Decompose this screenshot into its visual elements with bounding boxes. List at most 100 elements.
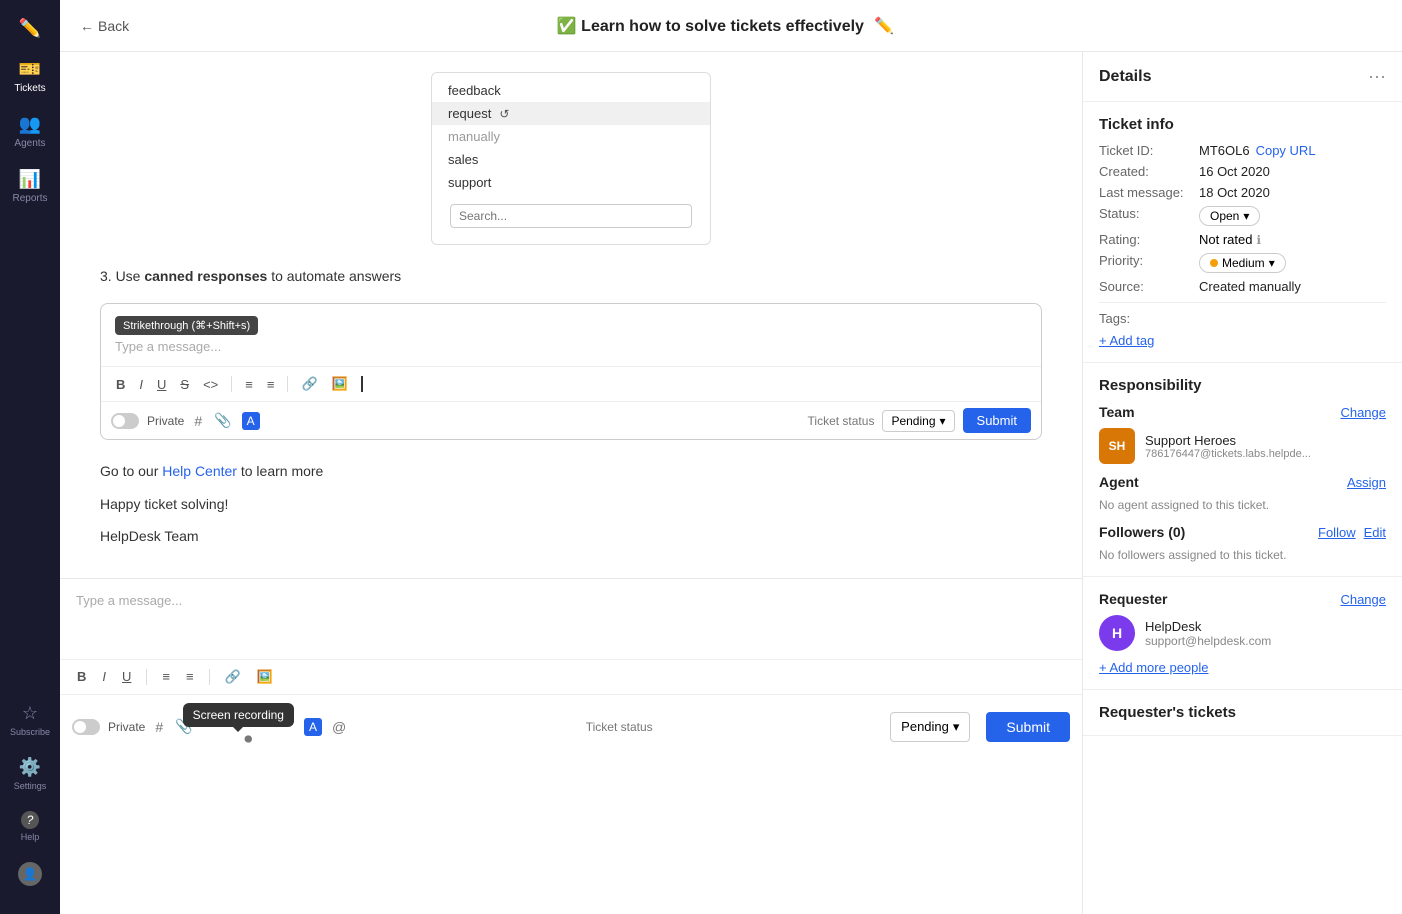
- back-button[interactable]: ← Back: [80, 18, 129, 34]
- bottom-toolbar-sep2: [209, 669, 210, 685]
- sidebar-item-agents[interactable]: 👥 Agents: [4, 106, 56, 157]
- ticket-info-title: Ticket info: [1099, 116, 1386, 133]
- panel-more-button[interactable]: ···: [1368, 66, 1386, 87]
- created-value: 16 Oct 2020: [1199, 164, 1270, 179]
- bottom-status-dropdown[interactable]: Pending ▾: [890, 712, 970, 742]
- bottom-underline-button[interactable]: U: [117, 666, 136, 687]
- italic-button[interactable]: I: [134, 374, 148, 395]
- tickets-icon: 🎫: [19, 59, 41, 80]
- assign-link[interactable]: Assign: [1347, 475, 1386, 490]
- bottom-toggle-knob: [74, 721, 86, 733]
- back-arrow-icon: ←: [80, 18, 94, 34]
- strikethrough-button[interactable]: S: [175, 374, 194, 395]
- requester-name: HelpDesk: [1145, 619, 1386, 634]
- requester-title: Requester: [1099, 591, 1167, 607]
- dropdown-search-input[interactable]: [450, 204, 692, 228]
- link-button[interactable]: 🔗: [296, 373, 322, 395]
- help-center-link[interactable]: Help Center: [162, 463, 237, 479]
- bottom-private-toggle[interactable]: [72, 719, 100, 735]
- status-chevron-icon: ▾: [1243, 209, 1249, 223]
- private-toggle[interactable]: [111, 413, 139, 429]
- embedded-composer: Strikethrough (⌘+Shift+s) Type a message…: [100, 303, 1042, 440]
- sidebar-item-subscribe[interactable]: ☆ Subscribe: [4, 695, 56, 745]
- dropdown-item-request[interactable]: request ↺: [432, 102, 710, 125]
- add-more-people-link[interactable]: + Add more people: [1099, 660, 1209, 675]
- bottom-mention-icon[interactable]: @: [330, 717, 348, 737]
- bottom-link-button[interactable]: 🔗: [220, 666, 246, 688]
- team-email: 786176447@tickets.labs.helpde...: [1145, 448, 1386, 460]
- dropdown-item-sales[interactable]: sales: [432, 148, 710, 171]
- no-followers-text: No followers assigned to this ticket.: [1099, 548, 1386, 562]
- submit-button-sm[interactable]: Submit: [963, 408, 1031, 433]
- toolbar-separator2: [287, 376, 288, 392]
- responsibility-section: Responsibility Team Change SH Support He…: [1083, 363, 1402, 577]
- hashtag-icon[interactable]: #: [192, 411, 204, 431]
- underline-button[interactable]: U: [152, 374, 171, 395]
- sidebar-item-help[interactable]: ? Help: [4, 803, 56, 850]
- code-button[interactable]: <>: [198, 374, 223, 395]
- add-tag[interactable]: + Add tag: [1099, 332, 1386, 348]
- top-bar: ← Back ✅ Learn how to solve tickets effe…: [60, 0, 1402, 52]
- agents-icon: 👥: [19, 114, 41, 135]
- embedded-composer-body[interactable]: Strikethrough (⌘+Shift+s) Type a message…: [101, 304, 1041, 366]
- title-edit-icon[interactable]: ✏️: [874, 18, 894, 35]
- sidebar-item-user[interactable]: 👤: [4, 854, 56, 894]
- status-pill[interactable]: Open ▾: [1199, 206, 1260, 226]
- sidebar: ✏️ 🎫 Tickets 👥 Agents 📊 Reports ☆ Subscr…: [0, 0, 60, 914]
- settings-icon: ⚙️: [19, 757, 41, 778]
- edit-link[interactable]: Edit: [1364, 525, 1386, 540]
- ticket-info-section: Ticket info Ticket ID: MT6OL6 Copy URL C…: [1083, 102, 1402, 363]
- bottom-bold-button[interactable]: B: [72, 666, 91, 687]
- copy-url-link[interactable]: Copy URL: [1256, 143, 1316, 158]
- bottom-toolbar-sep1: [146, 669, 147, 685]
- attachment-icon[interactable]: 📎: [212, 410, 233, 431]
- created-row: Created: 16 Oct 2020: [1099, 164, 1386, 179]
- team-change-link[interactable]: Change: [1340, 405, 1386, 420]
- bottom-image-button[interactable]: 🖼️: [252, 666, 278, 688]
- sidebar-item-edit[interactable]: ✏️: [4, 10, 56, 47]
- priority-chevron-icon: ▾: [1269, 256, 1275, 270]
- team-label: Team: [1099, 404, 1135, 420]
- priority-pill[interactable]: Medium ▾: [1199, 253, 1286, 273]
- bottom-submit-button[interactable]: Submit: [986, 712, 1070, 742]
- ordered-list-button[interactable]: ≡: [240, 374, 258, 395]
- dropdown-item-support[interactable]: support: [432, 171, 710, 194]
- bottom-unordered-list-button[interactable]: ≡: [181, 666, 199, 687]
- status-dropdown-sm[interactable]: Pending ▾: [882, 410, 954, 432]
- sidebar-item-tickets[interactable]: 🎫 Tickets: [4, 51, 56, 102]
- sidebar-item-reports[interactable]: 📊 Reports: [4, 161, 56, 212]
- sidebar-item-settings[interactable]: ⚙️ Settings: [4, 749, 56, 799]
- info-icon: ℹ: [1256, 233, 1261, 247]
- responsibility-title: Responsibility: [1099, 377, 1386, 394]
- status-row: Status: Open ▾: [1099, 206, 1386, 226]
- follow-link[interactable]: Follow: [1318, 525, 1356, 540]
- subscribe-icon: ☆: [22, 703, 38, 724]
- rating-row: Rating: Not rated ℹ: [1099, 232, 1386, 247]
- page-title: ✅ Learn how to solve tickets effectively…: [141, 16, 1310, 36]
- ticket-content: feedback request ↺ manually sales: [60, 52, 1082, 578]
- last-message-row: Last message: 18 Oct 2020: [1099, 185, 1386, 200]
- priority-row: Priority: Medium ▾: [1099, 253, 1386, 273]
- requester-tickets-section: Requester's tickets: [1083, 690, 1402, 736]
- team-header: Team Change: [1099, 404, 1386, 420]
- embedded-toolbar: B I U S <> ≡ ≡ 🔗 🖼️: [101, 366, 1041, 401]
- followers-header: Followers (0) Follow Edit: [1099, 524, 1386, 540]
- embedded-composer-footer: Private # 📎 A Ticket status Pending ▾ Su…: [101, 401, 1041, 439]
- screen-recording-icon[interactable]: ⏺: [242, 729, 254, 751]
- bottom-text-color-icon[interactable]: A: [304, 718, 322, 736]
- rating-value: Not rated ℹ: [1199, 232, 1261, 247]
- text-color-icon[interactable]: A: [242, 412, 260, 430]
- bottom-ordered-list-button[interactable]: ≡: [157, 666, 175, 687]
- bottom-composer: Type a message... B I U ≡ ≡ 🔗 🖼️: [60, 578, 1082, 759]
- bottom-composer-body[interactable]: Type a message...: [60, 579, 1082, 659]
- dropdown-item-feedback[interactable]: feedback: [432, 79, 710, 102]
- right-panel: Details ··· Ticket info Ticket ID: MT6OL…: [1082, 52, 1402, 914]
- bottom-italic-button[interactable]: I: [97, 666, 111, 687]
- image-button[interactable]: 🖼️: [327, 373, 353, 395]
- bottom-hashtag-icon[interactable]: #: [153, 717, 165, 737]
- unordered-list-button[interactable]: ≡: [262, 374, 280, 395]
- bold-button[interactable]: B: [111, 374, 130, 395]
- requester-info: HelpDesk support@helpdesk.com: [1145, 619, 1386, 648]
- requester-change-link[interactable]: Change: [1340, 592, 1386, 607]
- helptext: Go to our Help Center to learn more: [100, 460, 1042, 482]
